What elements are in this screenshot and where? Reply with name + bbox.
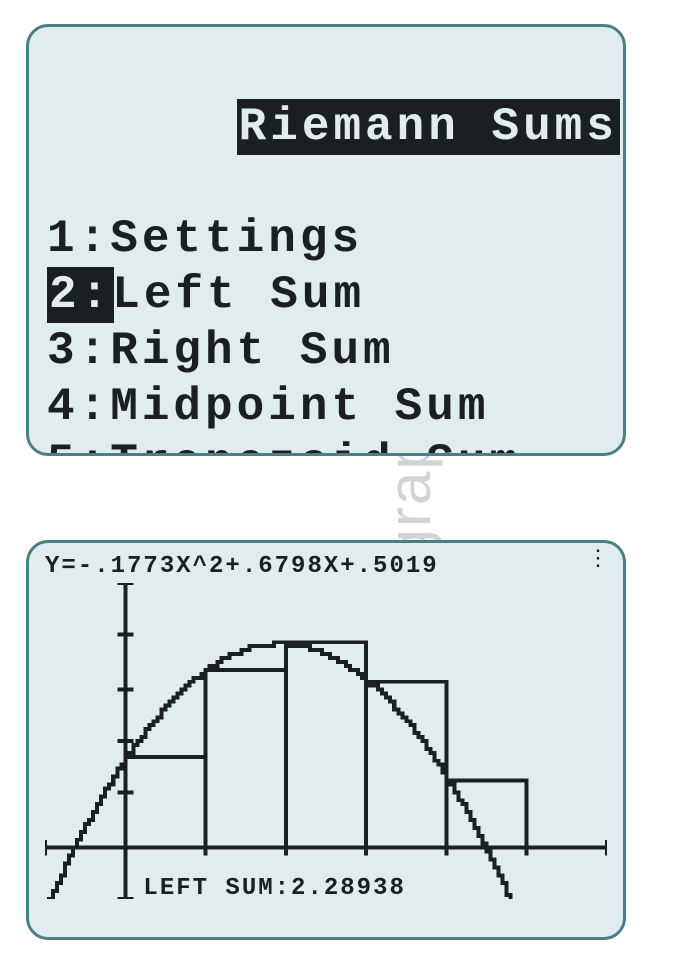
menu-item-number: 1 bbox=[47, 211, 79, 267]
menu-sep: : bbox=[79, 211, 111, 267]
menu-item-left-sum[interactable]: 2:Left Sum bbox=[47, 267, 605, 323]
menu-sep: : bbox=[79, 323, 111, 379]
menu-item-label: Left Sum bbox=[112, 267, 365, 323]
menu-item-number: 4 bbox=[47, 379, 79, 435]
menu-sep: : bbox=[79, 435, 111, 456]
graph-content: Y=-.1773X^2+.6798X+.5019 ⋮ LEFT SUM:2.28… bbox=[41, 553, 611, 929]
graph-result: LEFT SUM:2.28938 bbox=[45, 848, 406, 929]
calculator-menu-screen: Riemann Sums 1:Settings 2:Left Sum 3:Rig… bbox=[26, 24, 626, 456]
menu-item-label: Midpoint Sum bbox=[110, 379, 489, 435]
menu-item-number: 5 bbox=[47, 435, 79, 456]
menu-item-number: 3 bbox=[47, 323, 79, 379]
menu-sep: : bbox=[79, 379, 111, 435]
menu-item-settings[interactable]: 1:Settings bbox=[47, 211, 605, 267]
graph-equation: Y=-.1773X^2+.6798X+.5019 bbox=[45, 553, 439, 580]
busy-indicator-icon: ⋮ bbox=[587, 555, 609, 565]
result-value: 2.28938 bbox=[291, 875, 406, 902]
menu-item-label: Settings bbox=[110, 211, 363, 267]
menu-content: Riemann Sums 1:Settings 2:Left Sum 3:Rig… bbox=[29, 27, 623, 456]
menu-item-number-selected: 2: bbox=[47, 267, 114, 323]
menu-item-right-sum[interactable]: 3:Right Sum bbox=[47, 323, 605, 379]
menu-item-label: Right Sum bbox=[110, 323, 394, 379]
menu-item-midpoint-sum[interactable]: 4:Midpoint Sum bbox=[47, 379, 605, 435]
menu-item-label: Trapezoid Sum bbox=[110, 435, 521, 456]
menu-item-trapezoid-sum[interactable]: 5:Trapezoid Sum bbox=[47, 435, 605, 456]
menu-title: Riemann Sums bbox=[237, 99, 620, 155]
result-label: LEFT SUM: bbox=[143, 875, 291, 902]
calculator-graph-screen: Y=-.1773X^2+.6798X+.5019 ⋮ LEFT SUM:2.28… bbox=[26, 540, 626, 940]
menu-title-row: Riemann Sums bbox=[47, 43, 605, 211]
